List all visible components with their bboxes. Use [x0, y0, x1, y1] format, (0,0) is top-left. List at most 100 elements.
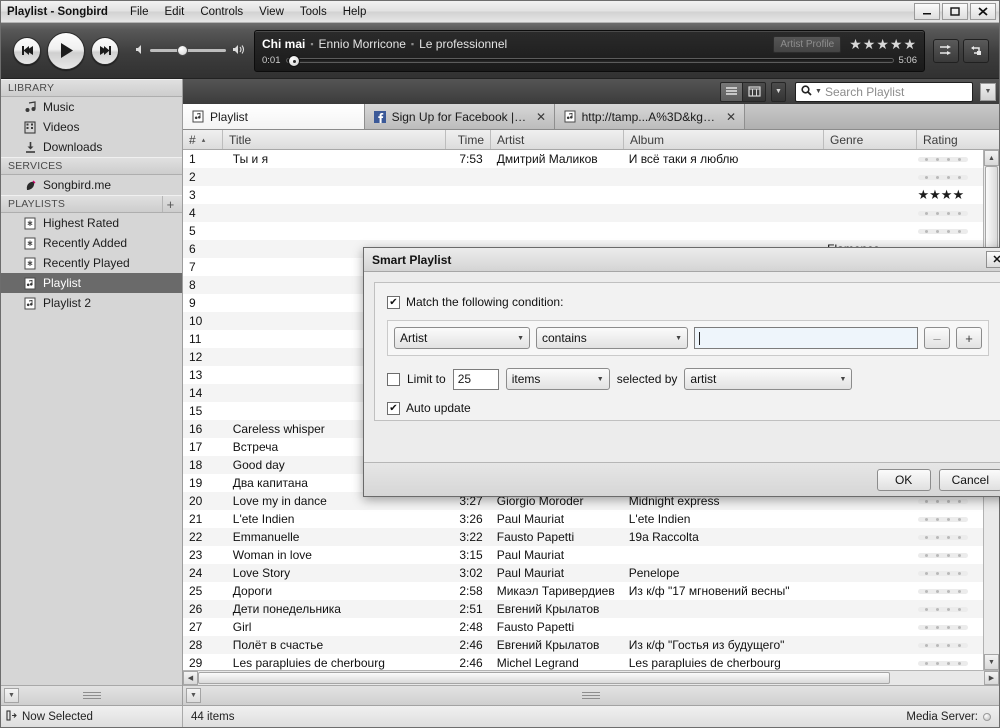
menu-tools[interactable]: Tools [292, 4, 335, 20]
sidebar-item-videos[interactable]: Videos [1, 117, 182, 137]
cell-rating[interactable] [912, 660, 984, 666]
column-header-album[interactable]: Album [624, 130, 824, 149]
table-row[interactable]: 4 [183, 204, 983, 222]
artist-profile-button[interactable]: Artist Profile [773, 35, 842, 53]
column-header-number[interactable]: # ▴ [183, 130, 223, 149]
limit-amount-input[interactable]: 25 [452, 368, 499, 390]
next-track-button[interactable] [91, 36, 119, 65]
now-selected-area[interactable]: Now Selected [1, 706, 183, 727]
sidebar-collapse-button[interactable]: ▼ [4, 688, 19, 703]
add-condition-button[interactable]: + [956, 327, 982, 349]
sidebar-item-songbird-me[interactable]: Songbird.me [1, 175, 182, 195]
table-row[interactable]: 21 L'ete Indien 3:26 Paul Mauriat L'ete Indi… [183, 510, 983, 528]
tab-close-icon[interactable]: ✕ [536, 110, 546, 124]
match-condition-checkbox[interactable]: ✔ [387, 295, 400, 309]
shuffle-button[interactable] [933, 38, 959, 63]
table-row[interactable]: 28 Полёт в счастье 2:46 Евгений Крылатов Из … [183, 636, 983, 654]
condition-operator-select[interactable]: contains ▼ [536, 327, 688, 349]
seek-slider-knob[interactable] [287, 54, 300, 67]
maximize-button[interactable] [942, 3, 968, 20]
table-row[interactable]: 29 Les parapluies de cherbourg 2:46 Michel … [183, 654, 983, 670]
table-row[interactable]: 23 Woman in love 3:15 Paul Mauriat [183, 546, 983, 564]
scroll-up-button[interactable]: ▲ [984, 150, 999, 166]
cell-rating[interactable] [912, 534, 984, 540]
cell-rating[interactable] [912, 228, 984, 234]
play-button[interactable] [47, 31, 85, 70]
table-row[interactable]: 25 Дороги 2:58 Микаэл Таривердиев Из к/ф "17… [183, 582, 983, 600]
view-options-caret[interactable]: ▼ [771, 81, 786, 102]
menu-file[interactable]: File [122, 4, 157, 20]
cell-rating[interactable] [912, 516, 984, 522]
main-collapse-button[interactable]: ▼ [186, 688, 201, 703]
scroll-down-button[interactable]: ▼ [984, 654, 999, 670]
menu-edit[interactable]: Edit [157, 4, 193, 20]
ok-button[interactable]: OK [876, 468, 931, 491]
sidebar-item-playlist[interactable]: Playlist [1, 273, 182, 293]
media-server-area[interactable]: Media Server: [906, 711, 999, 723]
add-playlist-button[interactable]: + [162, 196, 178, 212]
table-row[interactable]: 1 Ты и я 7:53 Дмитрий Маликов И всё таки я л… [183, 150, 983, 168]
sidebar-item-recently-played[interactable]: Recently Played [1, 253, 182, 273]
auto-update-checkbox[interactable]: ✔ [387, 401, 400, 415]
now-playing-rating[interactable]: ★★★★★ [849, 36, 917, 53]
table-row[interactable]: 26 Дети понедельника 2:51 Евгений Крылатов [183, 600, 983, 618]
horizontal-scroll-track[interactable] [198, 671, 984, 685]
column-header-artist[interactable]: Artist [491, 130, 624, 149]
table-row[interactable]: 3 ★★★★ [183, 186, 983, 204]
main-resize-grip[interactable] [582, 690, 600, 701]
column-header-title[interactable]: Title [223, 130, 446, 149]
condition-field-select[interactable]: Artist ▼ [394, 327, 530, 349]
volume-slider-knob[interactable] [176, 45, 188, 56]
limit-units-select[interactable]: items ▼ [505, 368, 610, 390]
minimize-button[interactable] [914, 3, 940, 20]
remove-condition-button[interactable]: – [924, 327, 950, 349]
scroll-right-button[interactable]: ▶ [984, 671, 999, 685]
search-scope-caret[interactable]: ▼ [815, 88, 822, 95]
search-input[interactable]: ▼ Search Playlist [795, 81, 973, 102]
selected-by-select[interactable]: artist ▼ [684, 368, 853, 390]
seek-slider[interactable] [285, 54, 894, 67]
cell-rating[interactable] [912, 498, 984, 504]
limit-checkbox[interactable] [387, 372, 400, 386]
table-row[interactable]: 24 Love Story 3:02 Paul Mauriat Penelope [183, 564, 983, 582]
cell-rating[interactable] [912, 552, 984, 558]
sidebar-item-highest-rated[interactable]: Highest Rated [1, 213, 182, 233]
horizontal-scroll-thumb[interactable] [198, 672, 890, 684]
tab-playlist[interactable]: Playlist [183, 104, 365, 129]
table-row[interactable]: 27 Girl 2:48 Fausto Papetti [183, 618, 983, 636]
sidebar-item-downloads[interactable]: Downloads [1, 137, 182, 157]
toolbar-scroll-up-button[interactable]: ▼ [980, 82, 996, 101]
cell-rating[interactable] [912, 624, 984, 630]
list-view-button[interactable] [720, 81, 743, 102]
column-header-genre[interactable]: Genre [824, 130, 917, 149]
menu-controls[interactable]: Controls [192, 4, 251, 20]
volume-control[interactable] [135, 44, 246, 58]
cell-rating[interactable] [912, 570, 984, 576]
table-row[interactable]: 2 [183, 168, 983, 186]
cancel-button[interactable]: Cancel [938, 468, 1000, 491]
volume-slider[interactable] [150, 45, 226, 56]
cell-rating[interactable] [912, 156, 984, 162]
cell-rating[interactable] [912, 588, 984, 594]
menu-view[interactable]: View [251, 4, 292, 20]
table-row[interactable]: 5 [183, 222, 983, 240]
repeat-button[interactable] [963, 38, 989, 63]
cell-rating[interactable] [912, 642, 984, 648]
column-header-rating[interactable]: Rating [917, 130, 989, 149]
dialog-close-button[interactable]: ✕ [986, 251, 1000, 268]
sidebar-item-playlist-2[interactable]: Playlist 2 [1, 293, 182, 313]
tab-facebook[interactable]: Sign Up for Facebook | F... ✕ [365, 104, 555, 129]
tab-close-icon[interactable]: ✕ [726, 110, 736, 124]
cell-rating[interactable] [912, 174, 984, 180]
cell-rating[interactable]: ★★★★ [912, 187, 984, 203]
filter-view-button[interactable] [743, 81, 766, 102]
sidebar-item-music[interactable]: Music [1, 97, 182, 117]
sidebar-resize-grip[interactable] [82, 690, 101, 701]
scroll-left-button[interactable]: ◀ [183, 671, 198, 685]
close-button[interactable] [970, 3, 996, 20]
table-row[interactable]: 22 Emmanuelle 3:22 Fausto Papetti 19a Raccol… [183, 528, 983, 546]
condition-value-input[interactable] [694, 327, 918, 349]
tab-url[interactable]: http://tamp...A%3D&kgp=0 ✕ [555, 104, 745, 129]
column-header-time[interactable]: Time [446, 130, 491, 149]
cell-rating[interactable] [912, 606, 984, 612]
